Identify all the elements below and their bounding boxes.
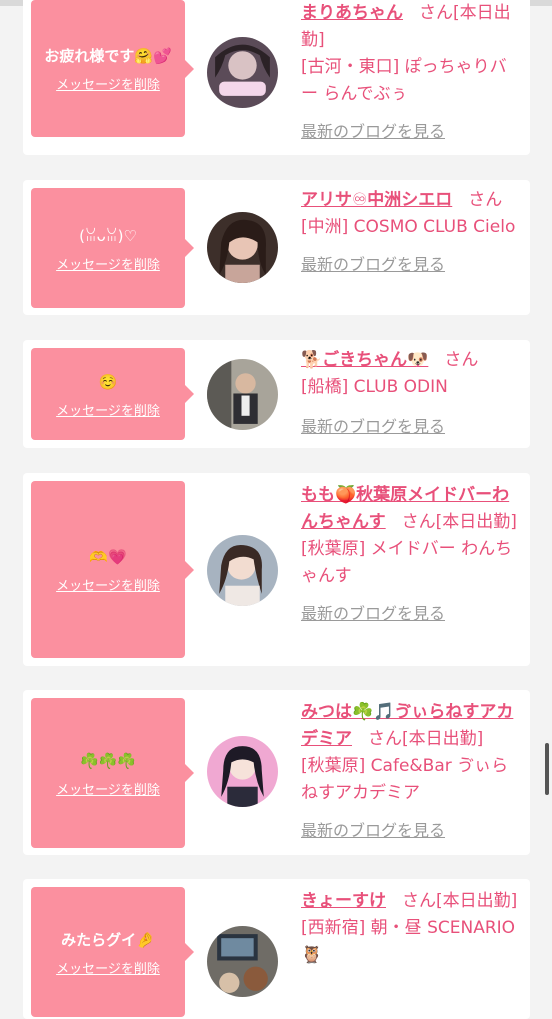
message-bubble: ☘️☘️☘️ メッセージを削除: [31, 698, 194, 848]
message-text: ☺️: [98, 372, 118, 391]
avatar-image: [207, 359, 278, 430]
avatar[interactable]: [207, 37, 278, 108]
shop-name: [西新宿] 朝・昼 SCENARIO🦉: [301, 918, 516, 965]
message-text: (ꈍᴗꈍ)♡: [79, 226, 137, 245]
latest-blog-link[interactable]: 最新のブログを見る: [301, 817, 523, 844]
message-bubble: ☺️ メッセージを削除: [31, 348, 194, 440]
delete-message-link[interactable]: メッセージを削除: [56, 254, 160, 273]
message-card: お疲れ様です🤗💕 メッセージを削除 まりあちゃん さん[本日出勤] [古河・東口]…: [23, 0, 530, 155]
message-text: 🫶💗: [89, 548, 127, 566]
message-bubble: (ꈍᴗꈍ)♡ メッセージを削除: [31, 188, 194, 308]
avatar-image: [207, 535, 278, 606]
message-text: ☘️☘️☘️: [79, 751, 137, 770]
user-info: もも🍑秋葉原メイドバーわんちゃんす さん[本日出勤] [秋葉原] メイドバー わん…: [301, 482, 523, 627]
message-text: お疲れ様です🤗💕: [44, 47, 172, 65]
user-status: さん[本日出勤]: [401, 512, 517, 532]
delete-message-link[interactable]: メッセージを削除: [56, 74, 160, 93]
delete-message-link[interactable]: メッセージを削除: [56, 779, 160, 798]
delete-message-link[interactable]: メッセージを削除: [56, 400, 160, 419]
user-name-link[interactable]: きょーすけ: [301, 891, 386, 911]
latest-blog-link[interactable]: 最新のブログを見る: [301, 600, 523, 627]
delete-message-link[interactable]: メッセージを削除: [56, 575, 160, 594]
shop-name: [秋葉原] Cafe&Bar ゔぃらねすアカデミア: [301, 756, 509, 803]
message-card: みたらグイ🤌 メッセージを削除 きょーすけ さん[本日出勤] [西新宿] 朝・昼 …: [23, 879, 530, 1019]
user-info: みつは☘️🎵ゔぃらねすアカデミア さん[本日出勤] [秋葉原] Cafe&Bar …: [301, 699, 523, 844]
user-status: さん[本日出勤]: [368, 729, 484, 749]
avatar[interactable]: [207, 535, 278, 606]
shop-name: [中洲] COSMO CLUB Cielo: [301, 217, 516, 237]
message-text: みたらグイ🤌: [61, 930, 155, 949]
message-bubble: 🫶💗 メッセージを削除: [31, 481, 194, 658]
message-bubble: お疲れ様です🤗💕 メッセージを削除: [31, 0, 194, 137]
user-info: きょーすけ さん[本日出勤] [西新宿] 朝・昼 SCENARIO🦉: [301, 888, 523, 969]
shop-name: [船橋] CLUB ODIN: [301, 377, 448, 397]
user-name-link[interactable]: まりあちゃん: [301, 3, 403, 23]
message-card: (ꈍᴗꈍ)♡ メッセージを削除 アリサ♾中洲シエロ さん [中洲] COSMO C…: [23, 180, 530, 315]
message-card: 🫶💗 メッセージを削除 もも🍑秋葉原メイドバーわんちゃんす さん[本日出勤] [秋…: [23, 473, 530, 666]
avatar-image: [207, 736, 278, 807]
message-bubble: みたらグイ🤌 メッセージを削除: [31, 887, 194, 1017]
avatar[interactable]: [207, 926, 278, 997]
avatar[interactable]: [207, 212, 278, 283]
avatar[interactable]: [207, 359, 278, 430]
avatar-image: [207, 37, 278, 108]
avatar-image: [207, 212, 278, 283]
delete-message-link[interactable]: メッセージを削除: [56, 958, 160, 977]
latest-blog-link[interactable]: 最新のブログを見る: [301, 118, 523, 145]
user-name-link[interactable]: 🐕ごきちゃん🐶: [301, 350, 428, 370]
user-info: アリサ♾中洲シエロ さん [中洲] COSMO CLUB Cielo 最新のブログ…: [301, 187, 523, 278]
user-info: 🐕ごきちゃん🐶 さん [船橋] CLUB ODIN 最新のブログを見る: [301, 347, 523, 440]
avatar[interactable]: [207, 736, 278, 807]
user-info: まりあちゃん さん[本日出勤] [古河・東口] ぽっちゃりバー らんでぶぅ 最新の…: [301, 0, 523, 145]
shop-name: [秋葉原] メイドバー わんちゃんす: [301, 539, 513, 586]
user-name-link[interactable]: アリサ♾中洲シエロ: [301, 190, 452, 210]
message-card: ☘️☘️☘️ メッセージを削除 みつは☘️🎵ゔぃらねすアカデミア さん[本日出勤]…: [23, 690, 530, 855]
latest-blog-link[interactable]: 最新のブログを見る: [301, 251, 523, 278]
scrollbar[interactable]: [545, 743, 549, 795]
shop-name: [古河・東口] ぽっちゃりバー らんでぶぅ: [301, 57, 507, 104]
message-card: ☺️ メッセージを削除 🐕ごきちゃん🐶 さん [船橋] CLUB ODIN 最新の…: [23, 340, 530, 448]
user-status: さん: [468, 190, 503, 210]
user-status: さん: [444, 350, 479, 370]
latest-blog-link[interactable]: 最新のブログを見る: [301, 413, 523, 440]
user-status: さん[本日出勤]: [402, 891, 518, 911]
avatar-image: [207, 926, 278, 997]
